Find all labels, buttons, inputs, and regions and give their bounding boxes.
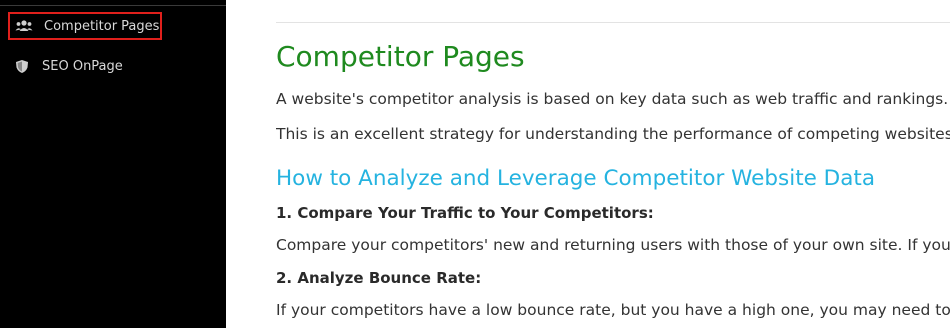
step-1-heading: 1. Compare Your Traffic to Your Competit… [276, 204, 654, 222]
sidebar-divider [0, 5, 226, 6]
content-divider [276, 22, 950, 23]
sidebar-item-seo-onpage[interactable]: SEO OnPage [8, 52, 162, 80]
step-1-text: Compare your competitors' new and return… [276, 236, 950, 254]
sidebar: Competitor Pages SEO OnPage [0, 0, 226, 328]
step-2-text: If your competitors have a low bounce ra… [276, 301, 950, 319]
intro-paragraph-2: This is an excellent strategy for unders… [276, 125, 950, 143]
section-heading: How to Analyze and Leverage Competitor W… [276, 166, 876, 191]
intro-paragraph-1: A website's competitor analysis is based… [276, 90, 949, 108]
main-content: Competitor Pages A website's competitor … [276, 0, 950, 328]
sidebar-item-competitor-pages[interactable]: Competitor Pages [8, 12, 162, 40]
shield-icon [12, 59, 32, 74]
sidebar-item-label: Competitor Pages [44, 18, 160, 34]
sidebar-item-label: SEO OnPage [42, 58, 123, 74]
page-title: Competitor Pages [276, 40, 525, 73]
step-2-heading: 2. Analyze Bounce Rate: [276, 269, 482, 287]
users-icon [14, 19, 34, 33]
